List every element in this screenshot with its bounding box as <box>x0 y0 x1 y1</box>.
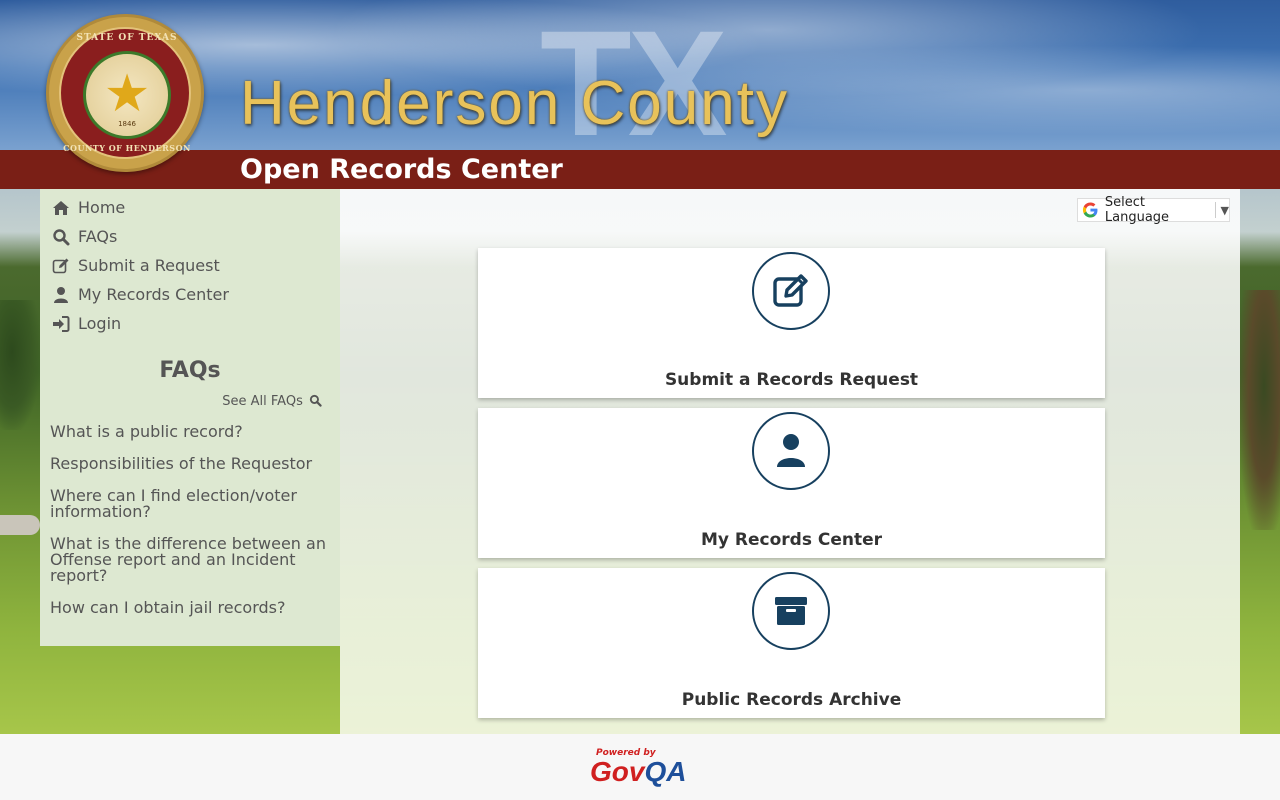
seal-core: ★ 1846 <box>83 51 171 139</box>
page-title: Open Records Center <box>240 154 563 185</box>
public-records-archive-card[interactable]: Public Records Archive <box>478 568 1105 718</box>
card-label: My Records Center <box>700 530 883 550</box>
nav-item-faqs[interactable]: FAQs <box>40 222 340 251</box>
edit-icon <box>773 274 808 307</box>
nav-menu: Home FAQs Submit a Request My Records Ce… <box>40 189 340 338</box>
govqa-logo[interactable]: Powered by GovQA <box>590 748 694 788</box>
card-icon-circle <box>752 252 830 330</box>
faq-link[interactable]: What is the difference between an Offens… <box>50 536 330 584</box>
home-icon <box>52 199 71 217</box>
faq-link[interactable]: How can I obtain jail records? <box>50 600 330 616</box>
faq-link[interactable]: Responsibilities of the Requestor <box>50 456 330 472</box>
see-all-faqs-label: See All FAQs <box>222 394 303 409</box>
footer: Powered by GovQA <box>0 734 1280 800</box>
nav-item-label: Home <box>78 198 126 217</box>
main-content: Select Language ▼ Submit a Records Reque… <box>340 189 1240 734</box>
card-icon-circle <box>752 572 830 650</box>
search-icon <box>309 394 322 407</box>
edit-icon <box>52 257 71 275</box>
sign-in-icon <box>52 315 71 333</box>
star-icon: ★ <box>103 64 151 124</box>
faq-list: What is a public record? Responsibilitie… <box>40 412 340 616</box>
nav-item-home[interactable]: Home <box>40 193 340 222</box>
nav-item-label: Login <box>78 314 122 333</box>
language-select[interactable]: Select Language ▼ <box>1077 195 1230 225</box>
seal-year: 1846 <box>118 120 136 128</box>
nav-item-login[interactable]: Login <box>40 309 340 338</box>
see-all-faqs-link[interactable]: See All FAQs <box>40 394 340 412</box>
govqa-wordmark: GovQA <box>590 756 687 787</box>
seal-bottom-text: COUNTY OF HENDERSON <box>63 143 191 153</box>
language-select-label: Select Language <box>1104 195 1170 225</box>
nav-item-my-records[interactable]: My Records Center <box>40 280 340 309</box>
nav-item-label: My Records Center <box>78 285 229 304</box>
background-road <box>0 515 40 535</box>
background-tree <box>1240 290 1280 530</box>
faq-heading: FAQs <box>159 358 221 383</box>
background-tree <box>0 300 40 430</box>
divider <box>1214 202 1216 218</box>
google-icon <box>1082 202 1098 218</box>
card-icon-circle <box>752 412 830 490</box>
faq-link[interactable]: What is a public record? <box>50 424 330 440</box>
faq-link[interactable]: Where can I find election/voter informat… <box>50 488 330 520</box>
search-icon <box>52 228 71 246</box>
county-seal-logo[interactable]: STATE OF TEXAS ★ 1846 COUNTY OF HENDERSO… <box>46 14 204 172</box>
user-icon <box>777 434 805 467</box>
seal-top-text: STATE OF TEXAS <box>76 33 178 43</box>
nav-item-submit-request[interactable]: Submit a Request <box>40 251 340 280</box>
seal-ring: STATE OF TEXAS ★ 1846 COUNTY OF HENDERSO… <box>59 27 191 159</box>
nav-item-label: Submit a Request <box>78 256 220 275</box>
card-label: Public Records Archive <box>681 690 902 710</box>
user-icon <box>52 286 71 304</box>
nav-item-label: FAQs <box>78 227 118 246</box>
sidebar: Home FAQs Submit a Request My Records Ce… <box>40 189 340 646</box>
county-name: Henderson County <box>240 69 789 138</box>
my-records-center-card[interactable]: My Records Center <box>478 408 1105 558</box>
archive-icon <box>775 597 807 625</box>
submit-request-card[interactable]: Submit a Records Request <box>478 248 1105 398</box>
title-bar: Open Records Center <box>0 150 1280 189</box>
dropdown-arrow-icon: ▼ <box>1220 203 1229 217</box>
card-label: Submit a Records Request <box>664 370 919 390</box>
